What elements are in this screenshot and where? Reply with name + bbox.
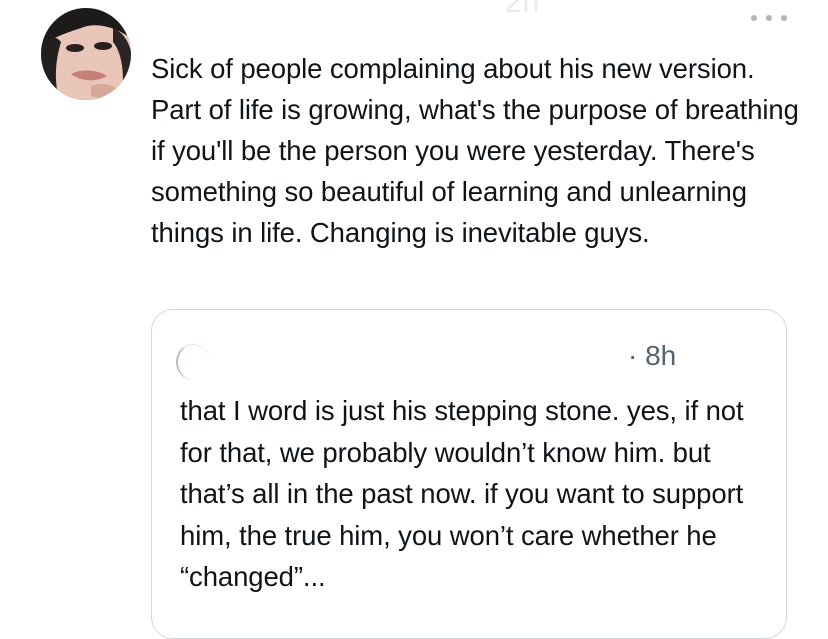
quoted-tweet-time[interactable]: · 8h xyxy=(628,340,676,372)
quoted-tweet-text: that I word is just his stepping stone. … xyxy=(180,395,744,592)
dot xyxy=(781,15,787,21)
quoted-tweet[interactable]: · 8h that I word is just his stepping st… xyxy=(151,309,787,639)
tweet[interactable]: 2h Sick of people complaining about his … xyxy=(0,0,828,639)
author-avatar[interactable] xyxy=(41,8,131,100)
more-options-icon[interactable] xyxy=(751,8,787,28)
dot xyxy=(751,15,757,21)
tweet-time[interactable]: 2h xyxy=(505,0,540,20)
tweet-header: 2h xyxy=(150,0,750,22)
tweet-text: Sick of people complaining about his new… xyxy=(151,53,799,248)
dot xyxy=(766,15,772,21)
quoted-author-avatar[interactable] xyxy=(176,344,210,380)
